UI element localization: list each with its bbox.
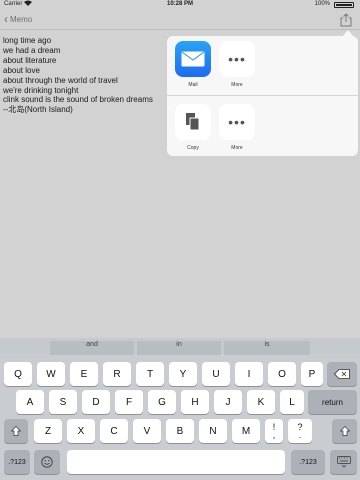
key-lower: , [272, 430, 276, 440]
backspace-key[interactable] [327, 362, 357, 386]
space-bar[interactable] [67, 450, 285, 474]
numbers-key-right[interactable]: .?123 [291, 450, 325, 474]
key-lower: . [298, 430, 302, 440]
suggestion[interactable]: is [224, 341, 310, 355]
memo-line: --北岛(North Island) [3, 105, 73, 115]
key-b[interactable]: B [166, 419, 194, 443]
nav-bar: ‹ Memo [0, 10, 360, 30]
keyboard: and in is Q W E R T Y U I O P A S D F G … [0, 338, 360, 480]
key-y[interactable]: Y [169, 362, 197, 386]
shift-key-right[interactable] [332, 419, 357, 443]
share-more[interactable]: ••• More [217, 41, 257, 88]
shift-icon [11, 426, 21, 436]
key-h[interactable]: H [181, 390, 209, 414]
share-mail[interactable]: Mail [173, 41, 213, 88]
key-t[interactable]: T [136, 362, 164, 386]
key-r[interactable]: R [103, 362, 131, 386]
key-c[interactable]: C [100, 419, 128, 443]
memo-line: long time ago [3, 36, 52, 45]
memo-line: we're drinking tonight [3, 85, 79, 95]
key-v[interactable]: V [133, 419, 161, 443]
share-popover: Mail ••• More Copy ••• More [167, 36, 358, 156]
key-x[interactable]: X [67, 419, 95, 443]
share-mail-label: Mail [188, 82, 198, 88]
key-p[interactable]: P [301, 362, 323, 386]
key-i[interactable]: I [235, 362, 263, 386]
mail-icon [175, 41, 211, 77]
key-a[interactable]: A [16, 390, 44, 414]
memo-line: we had a dream [3, 45, 61, 55]
emoji-icon [41, 456, 53, 468]
key-j[interactable]: J [214, 390, 242, 414]
more-icon: ••• [219, 41, 255, 77]
hide-keyboard-key[interactable] [330, 450, 357, 474]
shift-icon [339, 426, 350, 436]
emoji-key[interactable] [34, 450, 60, 474]
memo-line: clink sound is the sound of broken dream… [3, 95, 153, 105]
battery-icon [334, 2, 354, 8]
key-g[interactable]: G [148, 390, 176, 414]
key-l[interactable]: L [280, 390, 304, 414]
key-o[interactable]: O [268, 362, 296, 386]
memo-line: about literature [3, 55, 57, 65]
copy-icon [175, 104, 211, 140]
numbers-key-label: .?123 [8, 458, 26, 466]
key-e[interactable]: E [70, 362, 98, 386]
key-q[interactable]: Q [4, 362, 32, 386]
clock: 10:28 PM [166, 1, 193, 7]
action-more[interactable]: ••• More [217, 104, 257, 151]
key-s[interactable]: S [49, 390, 77, 414]
share-button[interactable] [340, 13, 352, 27]
key-m[interactable]: M [232, 419, 260, 443]
action-copy-label: Copy [187, 145, 199, 151]
memo-line: about love [3, 65, 40, 75]
backspace-icon [334, 369, 350, 379]
key-question-period[interactable]: ?. [288, 419, 312, 443]
status-bar: Carrier 10:28 PM 100% [0, 0, 360, 10]
battery-percent: 100% [314, 1, 330, 7]
share-row-actions: Copy ••• More [167, 96, 358, 156]
action-more-label: More [231, 145, 243, 151]
suggestion-bar: and in is [0, 338, 360, 355]
action-copy[interactable]: Copy [173, 104, 213, 151]
memo-line: about through the world of travel [3, 75, 118, 85]
share-more-label: More [231, 82, 243, 88]
shift-key[interactable] [4, 419, 28, 443]
key-z[interactable]: Z [34, 419, 62, 443]
memo-text[interactable]: long time ago we had a dream about liter… [3, 36, 153, 115]
key-k[interactable]: K [247, 390, 275, 414]
suggestion[interactable]: in [137, 341, 221, 355]
chevron-left-icon: ‹ [4, 12, 8, 26]
key-u[interactable]: U [202, 362, 230, 386]
share-icon [340, 13, 352, 27]
key-d[interactable]: D [82, 390, 110, 414]
keyboard-dismiss-icon [336, 456, 351, 468]
key-f[interactable]: F [115, 390, 143, 414]
return-key[interactable]: return [308, 390, 357, 414]
suggestion[interactable]: and [50, 341, 134, 355]
back-button[interactable]: ‹ Memo [4, 13, 32, 25]
numbers-key-label: .?123 [299, 458, 317, 466]
key-exclaim-comma[interactable]: !, [265, 419, 283, 443]
share-row-activities: Mail ••• More [167, 36, 358, 96]
back-label: Memo [10, 14, 33, 24]
numbers-key[interactable]: .?123 [4, 450, 30, 474]
more-icon: ••• [219, 104, 255, 140]
key-w[interactable]: W [37, 362, 65, 386]
key-n[interactable]: N [199, 419, 227, 443]
